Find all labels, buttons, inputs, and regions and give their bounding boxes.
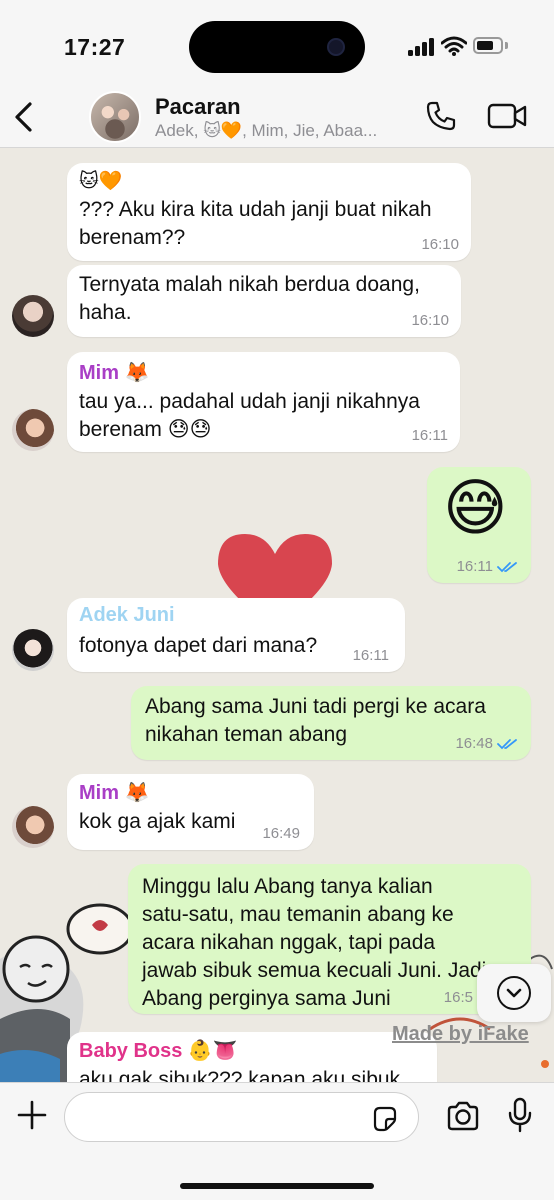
message-text: kok ga ajak kami <box>79 810 236 833</box>
message-sender[interactable]: Mim 🦊 <box>79 360 149 385</box>
message-time: 16:11 <box>456 558 493 575</box>
home-indicator[interactable] <box>180 1183 374 1189</box>
chevron-down-icon <box>497 976 531 1010</box>
message-bubble[interactable]: Abang sama Juni tadi pergi ke acara nika… <box>131 686 531 760</box>
message-sender[interactable]: Baby Boss 👶👅 <box>79 1038 238 1063</box>
wifi-icon <box>441 36 467 56</box>
message-bubble[interactable]: 🐱🧡 ??? Aku kira kita udah janji buat nik… <box>67 163 471 261</box>
message-text: fotonya dapet dari mana? <box>79 634 318 657</box>
message-bubble[interactable]: 😅 16:11 <box>427 467 531 583</box>
message-text: Minggu lalu Abang tanya kalian satu-satu… <box>142 875 487 1010</box>
battery-cap <box>505 42 508 49</box>
front-camera-dot <box>327 38 345 56</box>
plus-icon[interactable] <box>16 1099 48 1131</box>
chat-area[interactable]: 🐱🧡 ??? Aku kira kita udah janji buat nik… <box>0 149 554 1082</box>
watermark: Made by iFake <box>392 1023 529 1045</box>
camera-icon[interactable] <box>446 1101 480 1131</box>
dynamic-island <box>189 21 365 73</box>
message-bubble[interactable]: Baby Boss 👶👅 aku gak sibuk??? kapan aku … <box>67 1032 437 1082</box>
message-text: ??? Aku kira kita udah janji buat nikah … <box>79 198 432 249</box>
message-sender[interactable]: 🐱🧡 <box>79 169 122 193</box>
message-text: tau ya... padahal udah janji nikahnya be… <box>79 390 420 441</box>
sender-avatar[interactable] <box>12 629 54 671</box>
input-bar <box>0 1082 554 1200</box>
phone-icon[interactable] <box>425 100 457 132</box>
status-time: 17:27 <box>64 34 126 60</box>
message-bubble[interactable]: Mim 🦊 kok ga ajak kami 16:49 <box>67 774 314 850</box>
message-time: 16:11 <box>352 647 389 664</box>
message-text: aku gak sibuk??? kapan aku sibuk <box>79 1068 401 1082</box>
message-bubble[interactable]: Ternyata malah nikah berdua doang, haha.… <box>67 265 461 337</box>
message-time: 16:5 <box>443 989 473 1006</box>
video-camera-icon[interactable] <box>487 102 527 130</box>
double-check-icon <box>497 562 517 573</box>
message-text: Ternyata malah nikah berdua doang, haha. <box>79 273 420 324</box>
double-check-icon <box>497 739 517 750</box>
chat-header: Pacaran Adek, 🐱🧡, Mim, Jie, Abaa... <box>0 88 554 148</box>
message-time: 16:48 <box>455 735 493 752</box>
back-chevron-icon[interactable] <box>10 98 40 136</box>
group-avatar[interactable] <box>89 91 141 143</box>
chat-title[interactable]: Pacaran <box>155 94 241 120</box>
message-time: 16:49 <box>262 825 300 842</box>
emoji-message: 😅 <box>443 474 508 543</box>
sticker-icon[interactable] <box>371 1105 399 1133</box>
sender-avatar[interactable] <box>12 409 54 451</box>
message-bubble[interactable]: Minggu lalu Abang tanya kalian satu-satu… <box>128 864 531 1014</box>
message-input[interactable] <box>64 1092 419 1142</box>
scroll-to-bottom-button[interactable] <box>477 964 551 1022</box>
message-time: 16:10 <box>421 236 459 253</box>
message-text: Abang sama Juni tadi pergi ke acara nika… <box>145 695 486 746</box>
battery-icon <box>473 37 503 54</box>
message-bubble[interactable]: Mim 🦊 tau ya... padahal udah janji nikah… <box>67 352 460 452</box>
sender-avatar[interactable] <box>12 806 54 848</box>
message-time: 16:11 <box>411 427 448 444</box>
microphone-icon[interactable] <box>507 1097 533 1133</box>
status-bar: 17:27 <box>0 0 554 88</box>
chat-participants[interactable]: Adek, 🐱🧡, Mim, Jie, Abaa... <box>155 121 377 141</box>
sender-avatar[interactable] <box>12 295 54 337</box>
message-sender[interactable]: Mim 🦊 <box>79 780 149 805</box>
message-time: 16:10 <box>411 312 449 329</box>
message-bubble[interactable]: Adek Juni fotonya dapet dari mana? 16:11 <box>67 598 405 672</box>
message-sender[interactable]: Adek Juni <box>79 604 175 627</box>
cellular-signal-icon <box>408 38 436 56</box>
